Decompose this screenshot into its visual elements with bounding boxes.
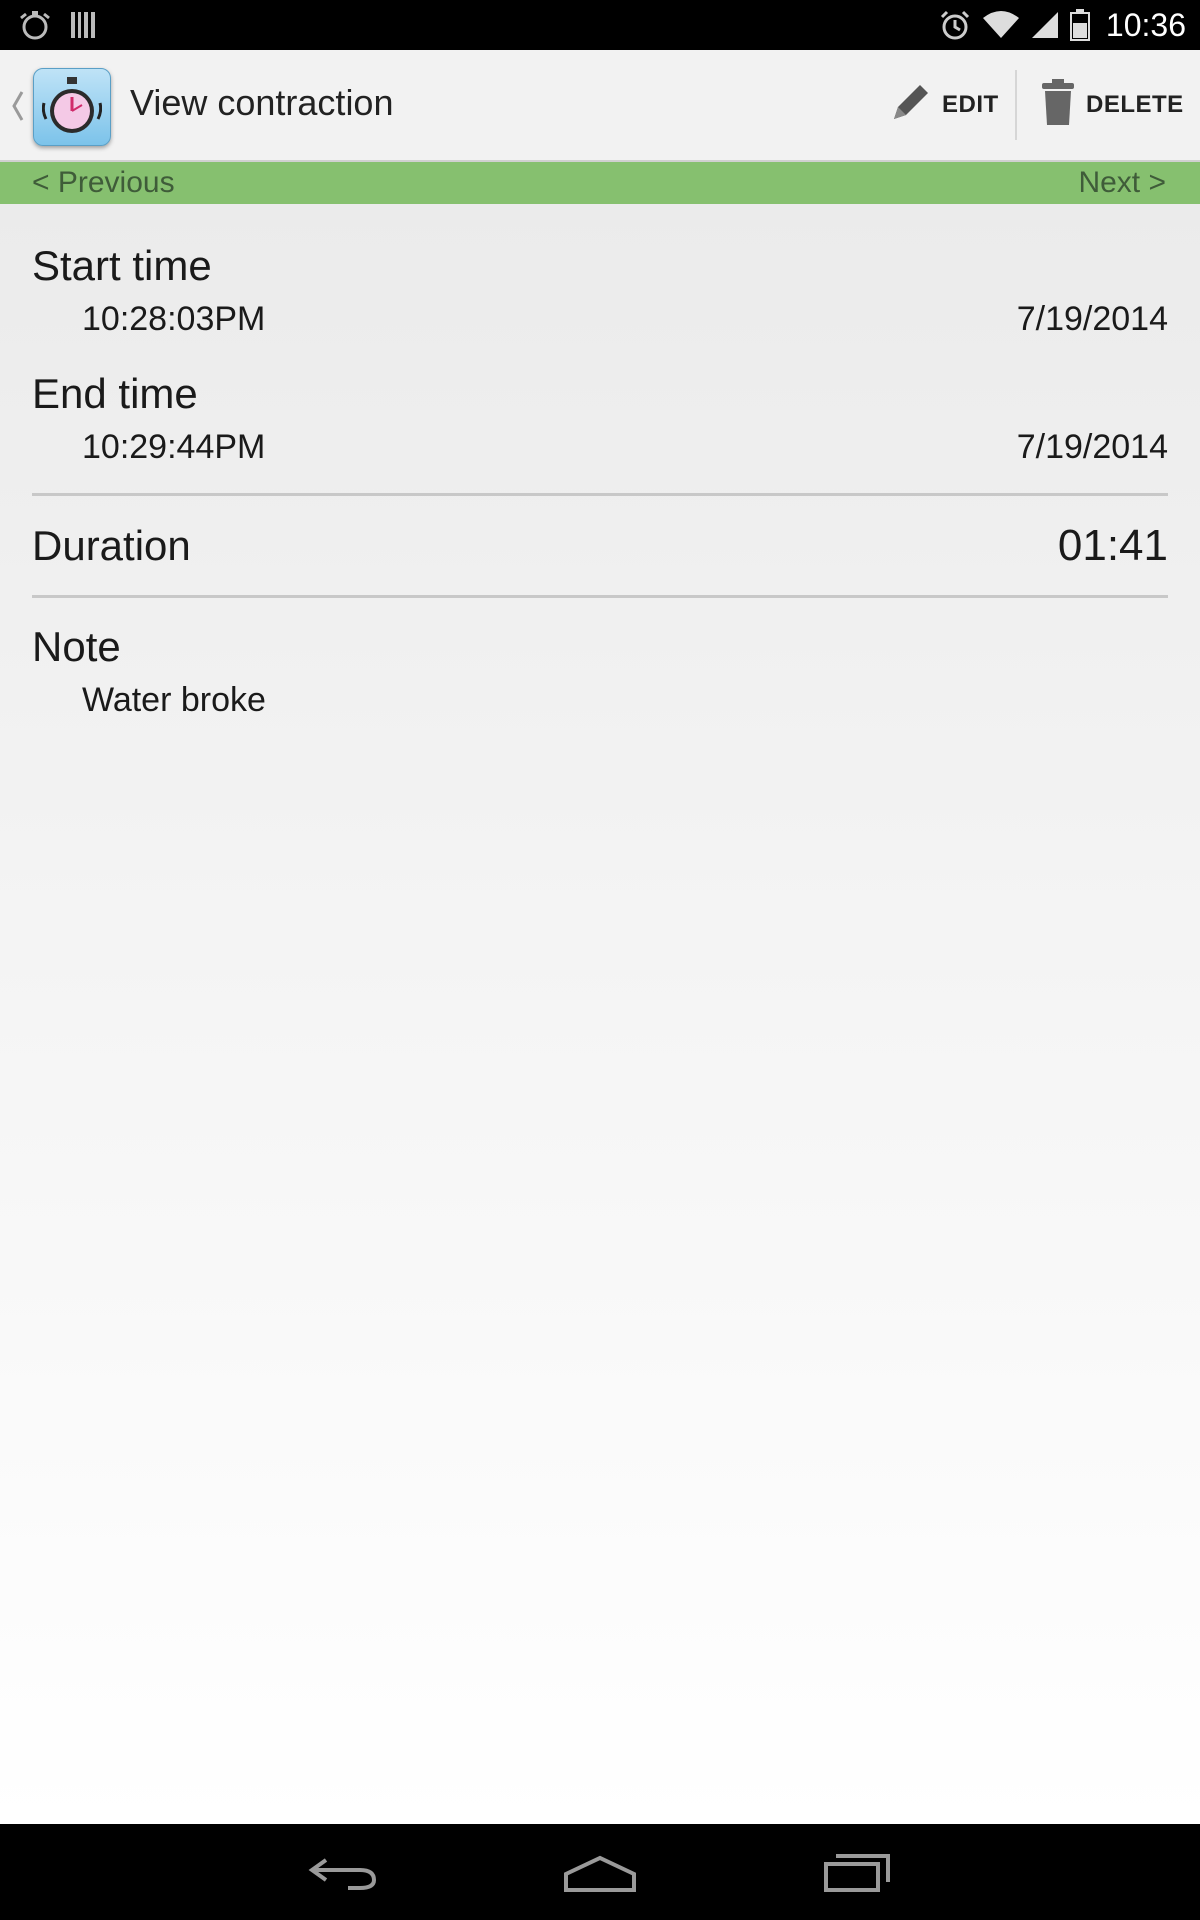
wifi-icon bbox=[982, 10, 1020, 40]
status-left bbox=[18, 8, 96, 42]
pencil-icon bbox=[888, 79, 932, 132]
end-time-value: 10:29:44PM bbox=[82, 428, 266, 466]
barcode-icon bbox=[70, 10, 96, 40]
start-time-value: 10:28:03PM bbox=[82, 300, 266, 338]
battery-icon bbox=[1069, 9, 1090, 41]
app-icon[interactable] bbox=[33, 68, 111, 146]
trash-icon bbox=[1040, 77, 1076, 134]
system-nav-bar bbox=[0, 1824, 1200, 1920]
next-link[interactable]: Next > bbox=[1078, 166, 1166, 200]
up-caret-icon[interactable] bbox=[8, 86, 26, 126]
duration-value: 01:41 bbox=[1057, 521, 1168, 570]
previous-link[interactable]: < Previous bbox=[32, 166, 175, 200]
divider bbox=[32, 595, 1168, 598]
status-right: 10:36 bbox=[938, 0, 1186, 50]
page-title: View contraction bbox=[130, 82, 394, 123]
recents-icon[interactable] bbox=[822, 1846, 892, 1901]
edit-label: EDIT bbox=[942, 91, 999, 118]
delete-button[interactable]: DELETE bbox=[1040, 50, 1195, 160]
start-time-label: Start time bbox=[32, 242, 212, 289]
alarm-icon bbox=[938, 8, 972, 42]
edit-button[interactable]: EDIT bbox=[888, 50, 1012, 160]
stopwatch-logo-icon bbox=[42, 77, 102, 133]
start-date-value: 7/19/2014 bbox=[1016, 300, 1168, 338]
delete-label: DELETE bbox=[1086, 91, 1184, 118]
note-label: Note bbox=[32, 623, 121, 670]
note-value: Water broke bbox=[82, 681, 266, 719]
back-icon[interactable] bbox=[308, 1846, 378, 1901]
home-icon[interactable] bbox=[562, 1846, 638, 1901]
action-bar: View contraction EDIT DELETE bbox=[0, 50, 1200, 162]
prev-next-strip: < Previous Next > bbox=[0, 162, 1200, 204]
end-time-label: End time bbox=[32, 370, 198, 417]
divider bbox=[32, 493, 1168, 496]
signal-icon bbox=[1030, 10, 1060, 40]
stopwatch-icon bbox=[18, 8, 52, 42]
contraction-details: Start time 10:28:03PM 7/19/2014 End time… bbox=[0, 204, 1200, 1824]
end-date-value: 7/19/2014 bbox=[1016, 428, 1168, 466]
action-divider bbox=[1015, 70, 1017, 140]
status-bar: 10:36 bbox=[0, 0, 1200, 50]
status-time: 10:36 bbox=[1105, 6, 1186, 43]
duration-label: Duration bbox=[32, 522, 191, 569]
